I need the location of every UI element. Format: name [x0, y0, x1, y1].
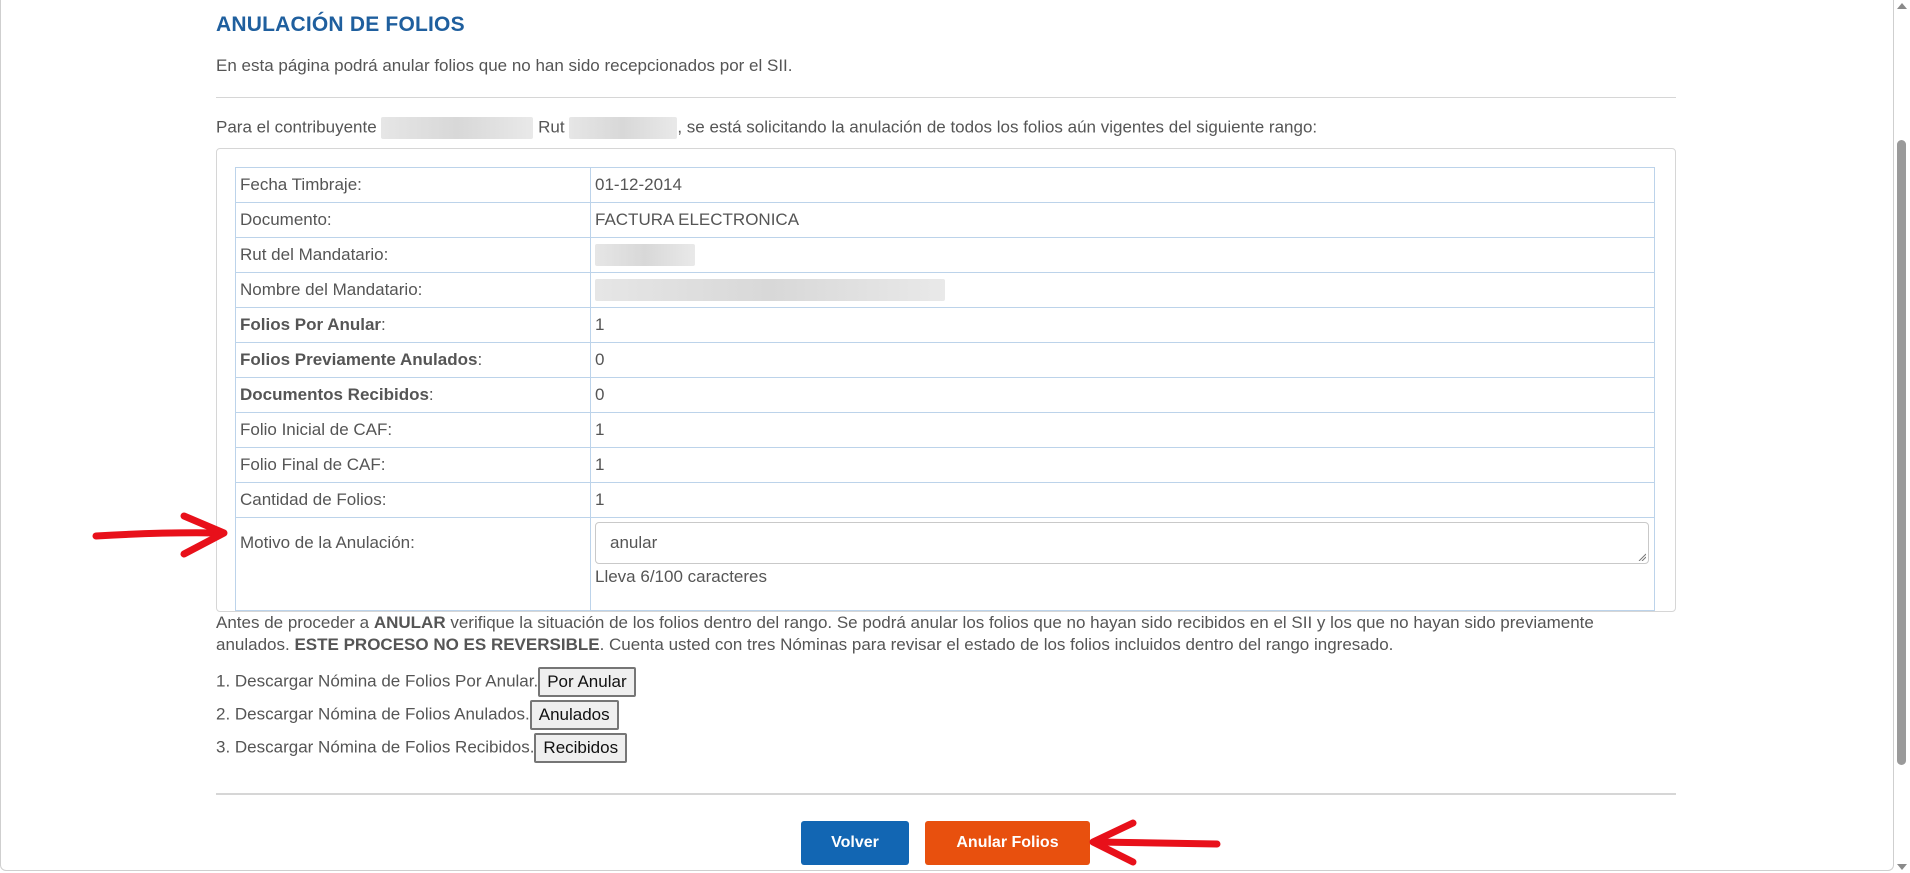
- table-row-motivo: Motivo de la Anulación: anular Lleva 6/1…: [235, 517, 1655, 611]
- download-row-anulados: 2. Descargar Nómina de Folios Anulados. A…: [216, 700, 619, 730]
- redacted-contribuyente: [381, 117, 534, 139]
- table-row: Rut del Mandatario:: [235, 237, 1655, 273]
- detail-value: 01-12-2014: [590, 167, 1655, 203]
- detail-value-redacted: [590, 272, 1655, 308]
- request-suffix: , se está solicitando la anulación de to…: [677, 117, 1318, 137]
- detail-value: 1: [590, 307, 1655, 343]
- scrollbar-thumb[interactable]: [1897, 140, 1906, 765]
- detail-label: Nombre del Mandatario:: [235, 272, 591, 308]
- motivo-label: Motivo de la Anulación:: [235, 517, 591, 611]
- page-intro: En esta página podrá anular folios que n…: [216, 56, 793, 75]
- anular-folios-button[interactable]: Anular Folios: [925, 821, 1090, 865]
- download-text: 2. Descargar Nómina de Folios Anulados.: [216, 704, 530, 724]
- detail-label: Folios Por Anular:: [235, 307, 591, 343]
- table-row: Folios Previamente Anulados: 0: [235, 342, 1655, 378]
- table-row: Cantidad de Folios: 1: [235, 482, 1655, 518]
- rut-label: Rut: [538, 117, 565, 137]
- scrollbar[interactable]: [1894, 0, 1910, 873]
- detail-label: Rut del Mandatario:: [235, 237, 591, 273]
- table-row: Documentos Recibidos: 0: [235, 377, 1655, 413]
- download-text: 1. Descargar Nómina de Folios Por Anular…: [216, 671, 539, 691]
- table-row: Documento: FACTURA ELECTRONICA: [235, 202, 1655, 238]
- warning-text: Antes de proceder a ANULAR verifique la …: [216, 613, 1594, 654]
- detail-value-redacted: [590, 237, 1655, 273]
- detail-value: FACTURA ELECTRONICA: [590, 202, 1655, 238]
- detail-value: 1: [590, 447, 1655, 483]
- motivo-value: anular: [610, 533, 658, 552]
- request-prefix: Para el contribuyente: [216, 117, 377, 137]
- detail-label: Cantidad de Folios:: [235, 482, 591, 518]
- scroll-down-icon[interactable]: [1897, 864, 1907, 870]
- download-row-por-anular: 1. Descargar Nómina de Folios Por Anular…: [216, 667, 636, 697]
- details-table: Fecha Timbraje: 01-12-2014 Documento: FA…: [235, 167, 1655, 611]
- details-panel: Fecha Timbraje: 01-12-2014 Documento: FA…: [216, 148, 1676, 612]
- divider-bottom: [216, 793, 1676, 795]
- download-text: 3. Descargar Nómina de Folios Recibidos.: [216, 737, 535, 757]
- detail-value: 1: [590, 412, 1655, 448]
- detail-label: Folio Inicial de CAF:: [235, 412, 591, 448]
- detail-value: 0: [590, 377, 1655, 413]
- detail-label: Folio Final de CAF:: [235, 447, 591, 483]
- detail-value: 1: [590, 482, 1655, 518]
- download-row-recibidos: 3. Descargar Nómina de Folios Recibidos.…: [216, 733, 628, 763]
- page-title: ANULACIÓN DE FOLIOS: [216, 13, 465, 36]
- request-sentence: Para el contribuyente Rut , se está soli…: [216, 117, 1317, 139]
- detail-value: 0: [590, 342, 1655, 378]
- table-row: Folios Por Anular: 1: [235, 307, 1655, 343]
- detail-label: Folios Previamente Anulados:: [235, 342, 591, 378]
- download-anulados-button[interactable]: Anulados: [529, 700, 619, 730]
- table-row: Fecha Timbraje: 01-12-2014: [235, 167, 1655, 203]
- scroll-up-icon[interactable]: [1897, 3, 1907, 9]
- char-counter: Lleva 6/100 caracteres: [595, 567, 767, 586]
- divider-top: [216, 97, 1676, 98]
- detail-label: Documento:: [235, 202, 591, 238]
- detail-label: Documentos Recibidos:: [235, 377, 591, 413]
- table-row: Nombre del Mandatario:: [235, 272, 1655, 308]
- table-row: Folio Inicial de CAF: 1: [235, 412, 1655, 448]
- download-por-anular-button[interactable]: Por Anular: [538, 667, 636, 697]
- table-row: Folio Final de CAF: 1: [235, 447, 1655, 483]
- detail-label: Fecha Timbraje:: [235, 167, 591, 203]
- resize-handle-icon[interactable]: [1638, 553, 1646, 561]
- download-recibidos-button[interactable]: Recibidos: [534, 733, 628, 763]
- motivo-cell: anular Lleva 6/100 caracteres: [590, 517, 1655, 611]
- back-button[interactable]: Volver: [801, 821, 909, 865]
- motivo-textarea[interactable]: anular: [595, 522, 1649, 564]
- redacted-rut: [569, 117, 678, 139]
